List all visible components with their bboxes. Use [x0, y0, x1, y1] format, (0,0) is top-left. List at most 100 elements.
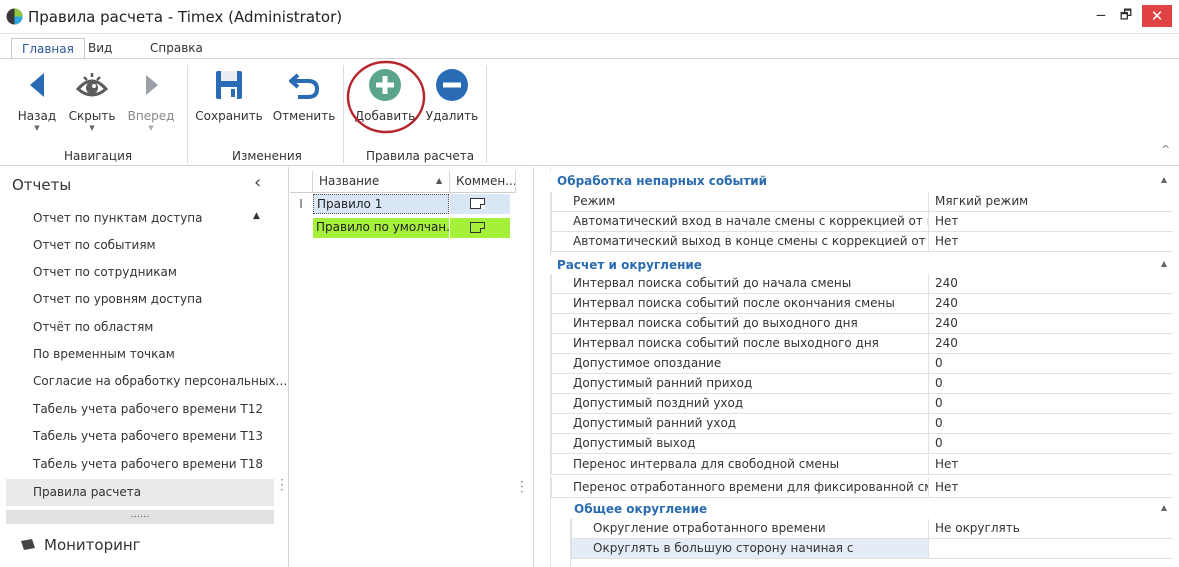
property-value[interactable]: 240: [935, 314, 958, 333]
property-row[interactable]: Автоматический выход в конце смены с кор…: [551, 232, 1173, 252]
tab-main[interactable]: Главная: [11, 38, 85, 59]
property-row[interactable]: Допустимый ранний уход 0: [551, 414, 1173, 434]
tab-help[interactable]: Справка: [140, 38, 213, 59]
property-value[interactable]: 240: [935, 294, 958, 313]
table-row[interactable]: Правило по умолчан...: [290, 218, 516, 238]
property-row[interactable]: Интервал поиска событий до начала смены …: [551, 274, 1173, 294]
rule-name-cell[interactable]: Правило 1: [313, 194, 449, 214]
report-item[interactable]: Табель учета рабочего времени Т12: [6, 396, 274, 423]
category-calc-rounding[interactable]: Расчет и округление ▲: [534, 256, 1173, 275]
property-value[interactable]: Мягкий режим: [935, 192, 1028, 211]
undo-button[interactable]: Отменить: [272, 67, 336, 147]
report-item[interactable]: Отчет по сотрудникам: [6, 259, 274, 286]
ribbon-separator: [486, 65, 487, 163]
property-row[interactable]: Автоматический вход в начале смены с кор…: [551, 212, 1173, 232]
property-value[interactable]: 0: [935, 354, 943, 373]
property-value[interactable]: Нет: [935, 478, 958, 497]
rule-name-cell[interactable]: Правило по умолчан...: [313, 218, 449, 238]
property-value[interactable]: 0: [935, 394, 943, 413]
property-name: Допустимый выход: [551, 434, 929, 453]
category-label: Обработка непарных событий: [557, 174, 768, 188]
reports-header: Отчеты: [12, 176, 72, 194]
minimize-button[interactable]: ‒: [1088, 4, 1114, 28]
property-row[interactable]: Допустимый выход 0: [551, 434, 1173, 454]
monitor-icon: [21, 539, 35, 550]
collapse-panel-icon[interactable]: ‹: [254, 172, 261, 193]
report-item[interactable]: Отчет по событиям: [6, 232, 274, 259]
ribbon-separator: [187, 65, 188, 163]
panel-resize-grip[interactable]: ......: [6, 510, 274, 524]
collapse-category-icon[interactable]: ▲: [1161, 503, 1167, 512]
property-value[interactable]: Нет: [935, 232, 958, 251]
report-item[interactable]: По временным точкам: [6, 341, 274, 368]
property-row[interactable]: Интервал поиска событий до выходного дня…: [551, 314, 1173, 334]
property-name: Допустимый ранний приход: [551, 374, 929, 393]
restore-button[interactable]: 🗗: [1112, 4, 1140, 28]
monitoring-section[interactable]: Мониторинг: [20, 536, 141, 554]
report-item[interactable]: Табель учета рабочего времени Т18: [6, 451, 274, 478]
category-label: Общее округление: [574, 502, 708, 516]
collapse-category-icon[interactable]: ▲: [1161, 175, 1167, 184]
property-value[interactable]: 0: [935, 414, 943, 433]
collapse-category-icon[interactable]: ▲: [1161, 259, 1167, 268]
property-row[interactable]: Интервал поиска событий после окончания …: [551, 294, 1173, 314]
property-name: Интервал поиска событий до выходного дня: [551, 314, 929, 333]
table-row[interactable]: I Правило 1: [290, 194, 516, 214]
property-value[interactable]: 0: [935, 374, 943, 393]
property-row[interactable]: Режим Мягкий режим: [551, 192, 1173, 212]
back-button[interactable]: Назад ▼: [14, 67, 60, 147]
property-name: Допустимый ранний уход: [551, 414, 929, 433]
splitter-grip-icon[interactable]: · · ·: [520, 476, 524, 498]
property-value[interactable]: 0: [935, 434, 943, 453]
property-name: Допустимый поздний уход: [551, 394, 929, 413]
delete-label: Удалить: [425, 109, 479, 123]
collapse-ribbon-icon[interactable]: ^: [1161, 143, 1170, 156]
close-button[interactable]: ✕: [1142, 5, 1172, 27]
property-name: Интервал поиска событий до начала смены: [551, 274, 929, 293]
delete-button[interactable]: Удалить: [424, 67, 480, 147]
property-value[interactable]: Нет: [935, 455, 958, 474]
save-label: Сохранить: [195, 109, 263, 123]
column-header-comment[interactable]: Коммен...: [450, 171, 516, 193]
report-item-selected[interactable]: Правила расчета: [6, 479, 274, 506]
property-value[interactable]: 240: [935, 274, 958, 293]
rules-grid: Название ▲ Коммен... I Правило 1 Правило…: [290, 167, 524, 567]
property-value[interactable]: 240: [935, 334, 958, 353]
back-label: Назад: [17, 109, 57, 123]
report-item[interactable]: Согласие на обработку персональных…: [6, 368, 287, 395]
chevron-down-icon: ▼: [34, 124, 40, 132]
column-header-name[interactable]: Название: [313, 171, 450, 193]
property-name: Режим: [551, 192, 929, 211]
property-row[interactable]: Допустимое опоздание 0: [551, 354, 1173, 374]
report-item[interactable]: Отчёт по областям: [6, 314, 274, 341]
property-grid-indent: [534, 167, 551, 567]
category-general-rounding[interactable]: Общее округление ▲: [551, 500, 1173, 519]
hide-button[interactable]: Скрыть ▼: [64, 67, 120, 147]
property-row[interactable]: Допустимый ранний приход 0: [551, 374, 1173, 394]
property-name: Автоматический выход в конце смены с кор…: [551, 232, 929, 251]
report-item[interactable]: Отчет по уровням доступа: [6, 286, 274, 313]
property-row[interactable]: Допустимый поздний уход 0: [551, 394, 1173, 414]
property-row[interactable]: Интервал поиска событий после выходного …: [551, 334, 1173, 354]
property-row-focused[interactable]: Округлять в большую сторону начиная с: [571, 539, 1173, 559]
rule-comment-cell[interactable]: [450, 194, 510, 214]
property-row[interactable]: Перенос отработанного времени для фиксир…: [551, 478, 1173, 498]
forward-button[interactable]: Вперед ▼: [126, 67, 176, 147]
report-item[interactable]: Табель учета рабочего времени Т13: [6, 423, 274, 450]
save-button[interactable]: Сохранить: [194, 67, 264, 147]
rule-comment-cell[interactable]: [450, 218, 510, 238]
group-rules-label: Правила расчета: [366, 149, 475, 163]
property-value[interactable]: Нет: [935, 212, 958, 231]
category-unpaired-events[interactable]: Обработка непарных событий ▲: [534, 172, 1173, 191]
tab-view[interactable]: Вид: [78, 38, 122, 59]
reports-panel: Отчеты ‹ ▲ Отчет по пунктам доступа Отче…: [0, 167, 289, 567]
report-item[interactable]: Отчет по пунктам доступа: [6, 205, 274, 232]
group-navigation-label: Навигация: [64, 149, 133, 163]
property-row[interactable]: Перенос интервала для свободной смены Не…: [551, 455, 1173, 475]
splitter-grip-icon[interactable]: · · ·: [280, 474, 284, 496]
ribbon: Назад ▼ Скрыть ▼ Вперед ▼ Навигация Сохр…: [0, 58, 1179, 166]
property-row[interactable]: Округление отработанного времени Не окру…: [571, 519, 1173, 539]
property-name: Допустимое опоздание: [551, 354, 929, 373]
property-value[interactable]: Не округлять: [935, 519, 1020, 538]
hide-label: Скрыть: [68, 109, 116, 123]
